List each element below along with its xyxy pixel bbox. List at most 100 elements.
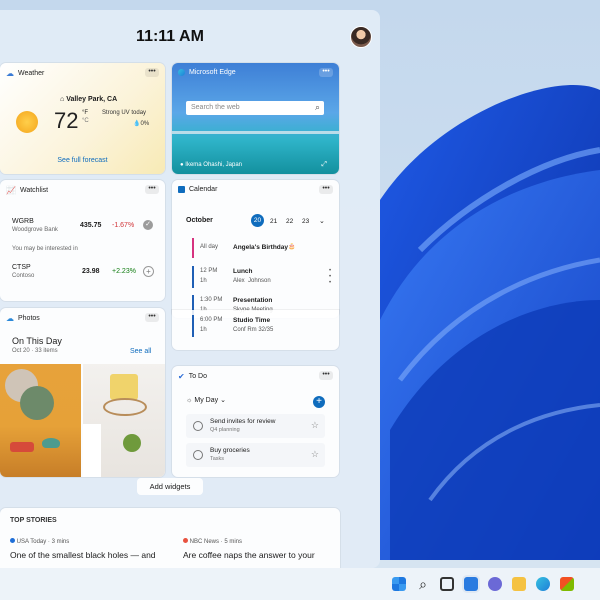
watchlist-widget[interactable]: 📈 Watchlist ••• WGRB Woodgrove Bank 435.…	[0, 180, 165, 301]
calendar-day-selected[interactable]: 20	[251, 214, 264, 227]
story-item[interactable]: NBC News · 5 mins Are coffee naps the an…	[183, 538, 338, 566]
todo-widget[interactable]: ✔ To Do ••• ☼ My Day ⌄ + Send invites fo…	[172, 366, 339, 477]
home-icon: ⌂	[60, 96, 65, 103]
story-item[interactable]: USA Today · 3 mins One of the smallest b…	[10, 538, 170, 566]
precipitation: 💧0%	[133, 121, 150, 127]
stock-change: -1.67%	[112, 222, 135, 229]
stock-price: 435.75	[80, 222, 102, 229]
edge-icon	[178, 69, 185, 76]
add-icon[interactable]: +	[143, 266, 154, 277]
event-item[interactable]: 12 PM 1h Lunch Alex Johnson	[192, 266, 322, 288]
task-title: Buy groceries	[210, 447, 250, 454]
stock-ticker: CTSP	[12, 264, 31, 271]
calendar-icon	[178, 186, 185, 193]
calendar-day[interactable]: 21	[270, 218, 277, 225]
calendar-widget[interactable]: Calendar ••• October 20 21 22 23 ⌄ All d…	[172, 180, 339, 318]
check-icon[interactable]: ✓	[143, 220, 153, 230]
photos-widget[interactable]: ☁ Photos ••• On This Day Oct 20 · 33 ite…	[0, 308, 165, 477]
task-view-icon[interactable]	[440, 577, 454, 591]
star-icon[interactable]: ☆	[311, 449, 319, 460]
photo-decor	[10, 442, 34, 452]
add-task-button[interactable]: +	[313, 396, 325, 408]
event-time: 1:30 PM	[200, 297, 223, 303]
more-options-button[interactable]: •••	[145, 313, 159, 322]
more-options-button[interactable]: •••	[319, 371, 333, 380]
stock-name: Contoso	[12, 273, 35, 279]
event-title: Angela's Birthday	[233, 244, 289, 251]
search-icon[interactable]: ⌕	[315, 102, 320, 113]
chevron-down-icon[interactable]: ⌄	[319, 217, 325, 225]
more-options-button[interactable]: •••	[319, 68, 333, 77]
event-title: Studio Time	[233, 317, 271, 324]
photo-decor	[42, 438, 60, 448]
task-title: Send invites for review	[210, 418, 276, 425]
story-headline: Are coffee naps the answer to your	[183, 550, 315, 560]
unit-f-toggle[interactable]: °F	[82, 110, 88, 116]
search-input[interactable]: Search the web	[191, 104, 240, 111]
widget-title: To Do	[188, 373, 207, 380]
list-selector[interactable]: ☼ My Day ⌄	[186, 396, 226, 404]
sun-icon: ☼	[186, 397, 193, 404]
event-subtitle: Conf Rm 32/35	[233, 327, 274, 333]
task-item[interactable]: Send invites for review Q4 planning ☆	[186, 414, 325, 438]
search-icon[interactable]: ⌕	[416, 577, 430, 591]
add-widgets-button[interactable]: Add widgets	[137, 478, 203, 495]
uv-text: Strong UV today	[102, 110, 147, 116]
story-headline: One of the smallest black holes — and	[10, 550, 156, 560]
location-pin-icon: ●	[180, 162, 184, 168]
taskbar	[0, 568, 600, 600]
source-logo-icon	[183, 538, 188, 543]
photo-thumbnail[interactable]	[0, 364, 81, 477]
widget-title: Weather	[18, 70, 45, 77]
unit-c-toggle[interactable]: °C	[82, 118, 89, 124]
stock-price: 23.98	[82, 268, 100, 275]
stock-change: +2.23%	[112, 268, 136, 275]
event-subtitle: Alex Johnson	[233, 278, 271, 284]
event-duration: 1h	[200, 278, 207, 284]
suggestion-label: You may be interested in	[12, 246, 78, 252]
calendar-day[interactable]: 23	[302, 218, 309, 225]
task-item[interactable]: Buy groceries Tasks ☆	[186, 443, 325, 467]
more-options-button[interactable]: •••	[145, 185, 159, 194]
weather-location: ⌂ Valley Park, CA	[60, 96, 118, 103]
expand-icon[interactable]: ⤢	[321, 161, 327, 169]
file-explorer-icon[interactable]	[512, 577, 526, 591]
top-stories-header: TOP STORIES	[10, 517, 57, 524]
event-item[interactable]: All day Angela's Birthday 🎂	[192, 238, 322, 258]
edge-widget[interactable]: Microsoft Edge ••• Search the web ⌕ ● Ik…	[172, 63, 339, 174]
photo-decor	[110, 374, 138, 400]
see-full-forecast-link[interactable]: See full forecast	[0, 157, 165, 164]
event-color-bar	[192, 266, 194, 288]
search-field[interactable]: Search the web ⌕	[186, 101, 324, 115]
see-all-link[interactable]: See all	[130, 348, 151, 355]
more-options-button[interactable]: •••	[145, 68, 159, 77]
weather-widget[interactable]: ☁ Weather ••• ⌂ Valley Park, CA 72 °F °C…	[0, 63, 165, 174]
chevron-down-icon: ⌄	[220, 397, 226, 404]
scroll-dots[interactable]: • • •	[329, 268, 331, 286]
chat-icon[interactable]	[488, 577, 502, 591]
photo-decor	[83, 424, 101, 477]
image-caption: ● Ikema Ohashi, Japan	[180, 162, 242, 168]
widget-title: Calendar	[189, 186, 218, 193]
event-time: 12 PM	[200, 268, 218, 274]
calendar-month: October	[186, 217, 213, 224]
task-checkbox[interactable]	[193, 450, 203, 460]
start-icon[interactable]	[392, 577, 406, 591]
task-checkbox[interactable]	[193, 421, 203, 431]
weather-icon: ☁	[6, 69, 14, 78]
calendar-day[interactable]: 22	[286, 218, 293, 225]
star-icon[interactable]: ☆	[311, 420, 319, 431]
widgets-icon[interactable]	[464, 577, 478, 591]
photos-subtitle: Oct 20 · 33 items	[12, 348, 58, 354]
avatar[interactable]	[350, 26, 372, 48]
source-logo-icon	[10, 538, 15, 543]
temperature: 72	[54, 108, 79, 133]
event-duration: 1h	[200, 327, 207, 333]
store-icon[interactable]	[560, 577, 574, 591]
checkmark-icon: ✔	[178, 372, 185, 381]
more-options-button[interactable]: •••	[319, 185, 333, 194]
photo-thumbnail[interactable]	[83, 364, 165, 477]
event-title: Presentation	[233, 297, 273, 304]
edge-icon[interactable]	[536, 577, 550, 591]
event-item[interactable]: 6:00 PM 1h Studio Time Conf Rm 32/35	[192, 315, 322, 337]
